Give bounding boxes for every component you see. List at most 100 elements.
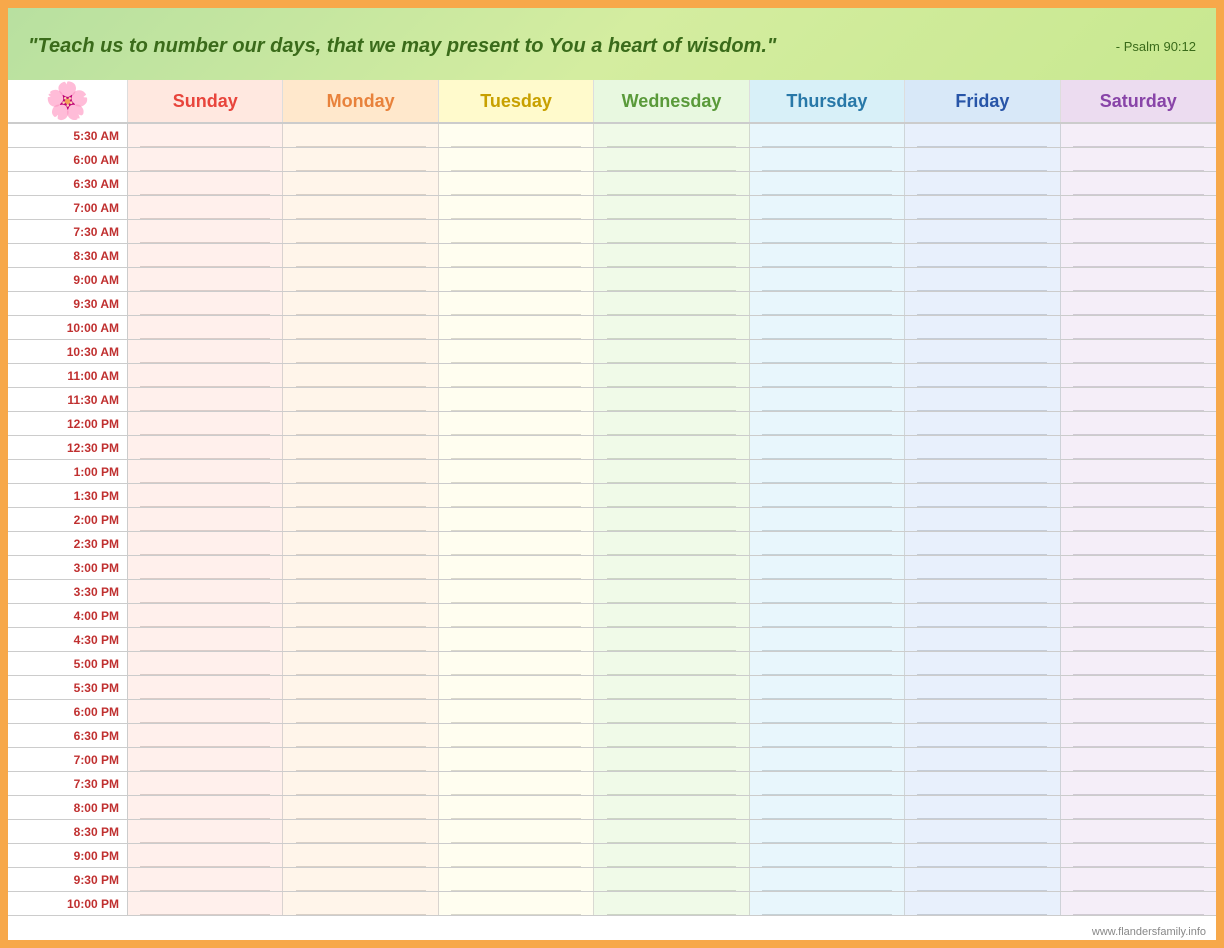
time-cell-wednesday[interactable] bbox=[594, 220, 749, 243]
time-cell-saturday[interactable] bbox=[1061, 556, 1216, 579]
time-cell-thursday[interactable] bbox=[750, 868, 905, 891]
time-cell-friday[interactable] bbox=[905, 748, 1060, 771]
time-cell-wednesday[interactable] bbox=[594, 316, 749, 339]
time-cell-tuesday[interactable] bbox=[439, 772, 594, 795]
time-cell-friday[interactable] bbox=[905, 652, 1060, 675]
time-cell-monday[interactable] bbox=[283, 484, 438, 507]
time-cell-friday[interactable] bbox=[905, 700, 1060, 723]
time-cell-thursday[interactable] bbox=[750, 292, 905, 315]
time-cell-tuesday[interactable] bbox=[439, 892, 594, 915]
time-cell-tuesday[interactable] bbox=[439, 148, 594, 171]
time-cell-monday[interactable] bbox=[283, 772, 438, 795]
time-cell-saturday[interactable] bbox=[1061, 484, 1216, 507]
time-cell-monday[interactable] bbox=[283, 892, 438, 915]
time-cell-monday[interactable] bbox=[283, 676, 438, 699]
time-cell-saturday[interactable] bbox=[1061, 604, 1216, 627]
time-cell-friday[interactable] bbox=[905, 220, 1060, 243]
time-cell-friday[interactable] bbox=[905, 844, 1060, 867]
time-cell-wednesday[interactable] bbox=[594, 700, 749, 723]
time-cell-friday[interactable] bbox=[905, 796, 1060, 819]
time-cell-sunday[interactable] bbox=[128, 628, 283, 651]
time-cell-saturday[interactable] bbox=[1061, 724, 1216, 747]
time-cell-monday[interactable] bbox=[283, 124, 438, 147]
time-cell-monday[interactable] bbox=[283, 868, 438, 891]
time-cell-thursday[interactable] bbox=[750, 748, 905, 771]
time-cell-monday[interactable] bbox=[283, 172, 438, 195]
time-cell-thursday[interactable] bbox=[750, 388, 905, 411]
time-cell-saturday[interactable] bbox=[1061, 148, 1216, 171]
time-cell-wednesday[interactable] bbox=[594, 796, 749, 819]
time-cell-sunday[interactable] bbox=[128, 196, 283, 219]
time-cell-sunday[interactable] bbox=[128, 556, 283, 579]
time-cell-thursday[interactable] bbox=[750, 196, 905, 219]
time-cell-wednesday[interactable] bbox=[594, 436, 749, 459]
time-cell-friday[interactable] bbox=[905, 508, 1060, 531]
time-cell-tuesday[interactable] bbox=[439, 844, 594, 867]
time-cell-sunday[interactable] bbox=[128, 436, 283, 459]
time-cell-sunday[interactable] bbox=[128, 892, 283, 915]
time-cell-monday[interactable] bbox=[283, 508, 438, 531]
time-cell-tuesday[interactable] bbox=[439, 268, 594, 291]
time-cell-sunday[interactable] bbox=[128, 604, 283, 627]
time-cell-saturday[interactable] bbox=[1061, 532, 1216, 555]
time-cell-wednesday[interactable] bbox=[594, 340, 749, 363]
time-cell-sunday[interactable] bbox=[128, 748, 283, 771]
time-cell-sunday[interactable] bbox=[128, 676, 283, 699]
time-cell-saturday[interactable] bbox=[1061, 748, 1216, 771]
time-cell-wednesday[interactable] bbox=[594, 508, 749, 531]
time-cell-saturday[interactable] bbox=[1061, 796, 1216, 819]
time-cell-tuesday[interactable] bbox=[439, 604, 594, 627]
time-cell-friday[interactable] bbox=[905, 412, 1060, 435]
time-cell-sunday[interactable] bbox=[128, 220, 283, 243]
time-cell-thursday[interactable] bbox=[750, 556, 905, 579]
time-cell-saturday[interactable] bbox=[1061, 820, 1216, 843]
time-cell-tuesday[interactable] bbox=[439, 316, 594, 339]
time-cell-tuesday[interactable] bbox=[439, 244, 594, 267]
time-cell-monday[interactable] bbox=[283, 388, 438, 411]
time-cell-tuesday[interactable] bbox=[439, 628, 594, 651]
time-cell-sunday[interactable] bbox=[128, 268, 283, 291]
time-cell-sunday[interactable] bbox=[128, 820, 283, 843]
time-cell-saturday[interactable] bbox=[1061, 124, 1216, 147]
time-cell-saturday[interactable] bbox=[1061, 580, 1216, 603]
time-cell-sunday[interactable] bbox=[128, 772, 283, 795]
time-cell-sunday[interactable] bbox=[128, 460, 283, 483]
time-cell-monday[interactable] bbox=[283, 316, 438, 339]
time-cell-friday[interactable] bbox=[905, 724, 1060, 747]
time-cell-monday[interactable] bbox=[283, 748, 438, 771]
time-cell-tuesday[interactable] bbox=[439, 364, 594, 387]
time-cell-wednesday[interactable] bbox=[594, 412, 749, 435]
time-cell-thursday[interactable] bbox=[750, 268, 905, 291]
time-cell-monday[interactable] bbox=[283, 556, 438, 579]
time-cell-saturday[interactable] bbox=[1061, 652, 1216, 675]
time-cell-tuesday[interactable] bbox=[439, 508, 594, 531]
time-cell-friday[interactable] bbox=[905, 364, 1060, 387]
time-cell-saturday[interactable] bbox=[1061, 316, 1216, 339]
time-cell-saturday[interactable] bbox=[1061, 412, 1216, 435]
time-cell-thursday[interactable] bbox=[750, 508, 905, 531]
time-cell-friday[interactable] bbox=[905, 484, 1060, 507]
time-cell-sunday[interactable] bbox=[128, 580, 283, 603]
time-cell-tuesday[interactable] bbox=[439, 580, 594, 603]
time-cell-sunday[interactable] bbox=[128, 148, 283, 171]
time-cell-friday[interactable] bbox=[905, 460, 1060, 483]
time-cell-thursday[interactable] bbox=[750, 220, 905, 243]
time-cell-wednesday[interactable] bbox=[594, 364, 749, 387]
time-cell-wednesday[interactable] bbox=[594, 820, 749, 843]
time-cell-tuesday[interactable] bbox=[439, 652, 594, 675]
time-cell-saturday[interactable] bbox=[1061, 436, 1216, 459]
time-cell-wednesday[interactable] bbox=[594, 628, 749, 651]
time-cell-thursday[interactable] bbox=[750, 148, 905, 171]
time-cell-thursday[interactable] bbox=[750, 460, 905, 483]
time-cell-sunday[interactable] bbox=[128, 532, 283, 555]
time-cell-sunday[interactable] bbox=[128, 796, 283, 819]
time-cell-thursday[interactable] bbox=[750, 604, 905, 627]
time-cell-monday[interactable] bbox=[283, 652, 438, 675]
time-cell-monday[interactable] bbox=[283, 148, 438, 171]
time-cell-saturday[interactable] bbox=[1061, 508, 1216, 531]
time-cell-sunday[interactable] bbox=[128, 652, 283, 675]
time-cell-sunday[interactable] bbox=[128, 364, 283, 387]
time-cell-friday[interactable] bbox=[905, 676, 1060, 699]
time-cell-tuesday[interactable] bbox=[439, 196, 594, 219]
time-cell-wednesday[interactable] bbox=[594, 172, 749, 195]
